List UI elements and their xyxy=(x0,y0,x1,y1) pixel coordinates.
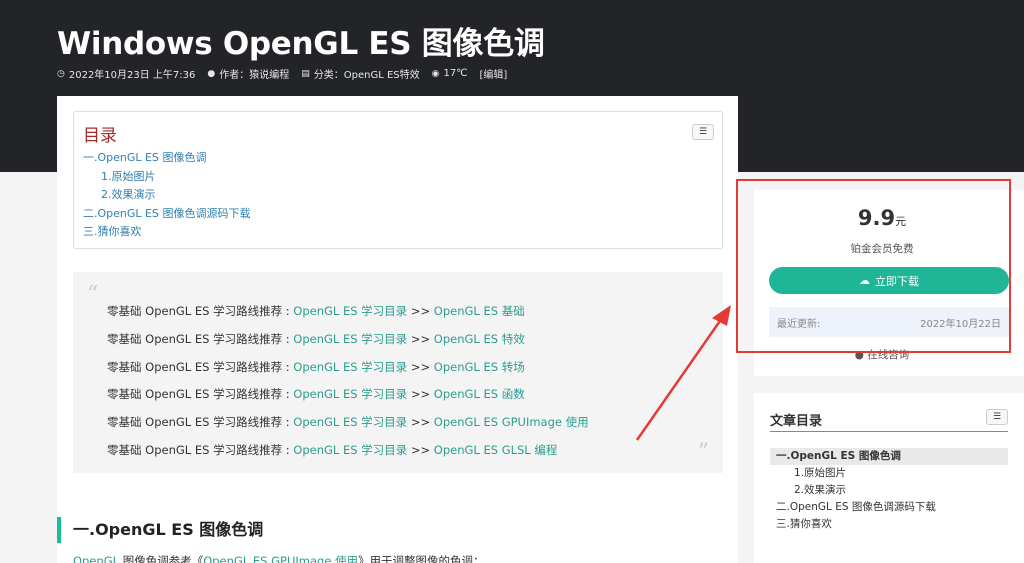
list-icon[interactable]: ☰ xyxy=(986,409,1008,425)
sidebar-toc-item[interactable]: 一.OpenGL ES 图像色调 xyxy=(770,448,1008,465)
arrow-head xyxy=(712,305,731,326)
sidebar-toc-item[interactable]: 2.效果演示 xyxy=(770,482,1008,499)
sidebar-toc-title: 文章目录 xyxy=(770,414,823,429)
arrow-shaft xyxy=(635,317,724,441)
sidebar-toc-list: 一.OpenGL ES 图像色调 1.原始图片 2.效果演示 二.OpenGL … xyxy=(770,448,1008,533)
divider xyxy=(770,431,1008,432)
sidebar-toc-item[interactable]: 二.OpenGL ES 图像色调源码下载 xyxy=(770,499,1008,516)
sidebar-toc: 文章目录 ☰ 一.OpenGL ES 图像色调 1.原始图片 2.效果演示 二.… xyxy=(754,393,1024,563)
sidebar-toc-item[interactable]: 三.猜你喜欢 xyxy=(770,516,1008,533)
sidebar-toc-item[interactable]: 1.原始图片 xyxy=(770,465,1008,482)
